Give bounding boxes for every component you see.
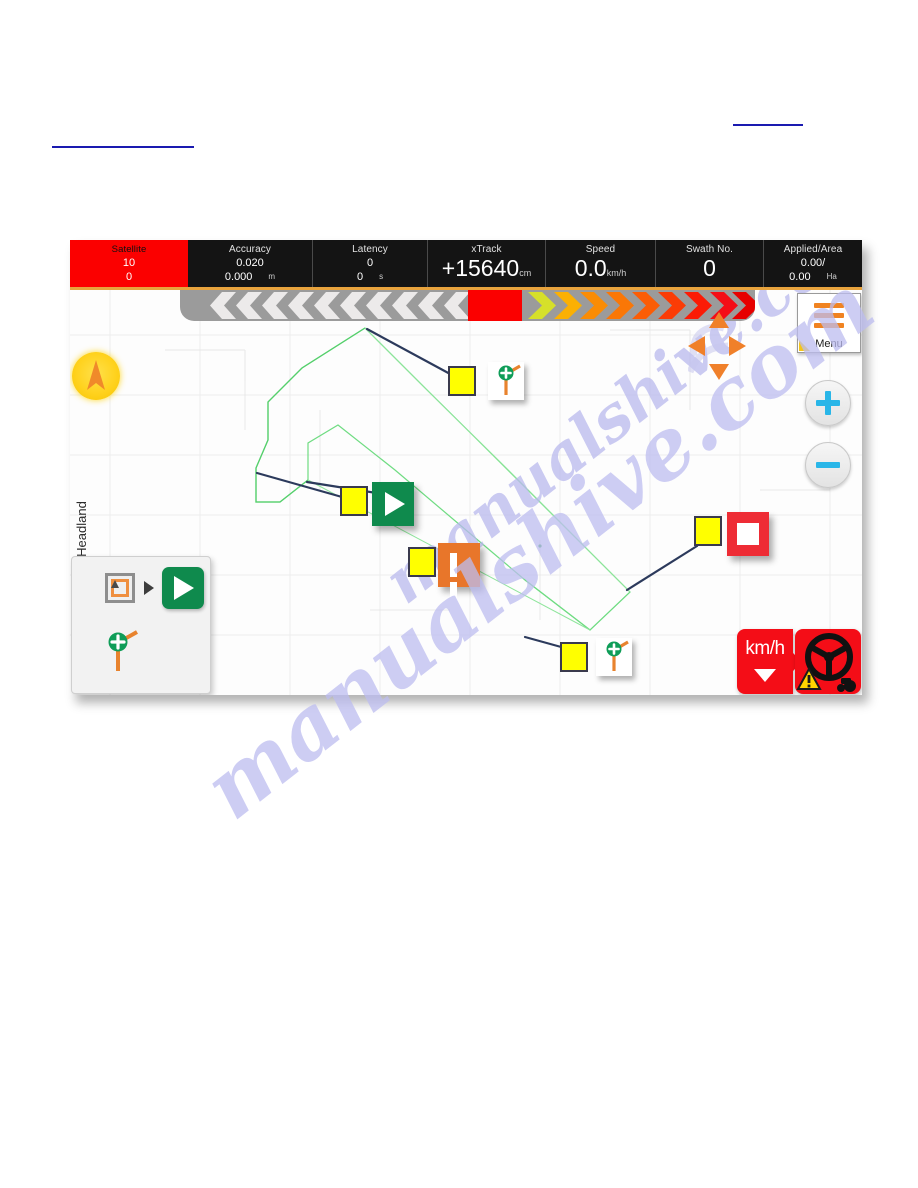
- menu-label: Menu: [815, 338, 843, 350]
- gps-terminal-screenshot: Satellite 10 0 Accuracy 0.020 0.000 m La…: [70, 240, 862, 695]
- stop-icon: [737, 523, 759, 545]
- arrow-right-icon: [144, 581, 154, 595]
- status-accuracy[interactable]: Accuracy 0.020 0.000 m: [188, 240, 313, 287]
- yellow-square-marker: [408, 547, 436, 577]
- yellow-square-marker: [694, 516, 722, 546]
- status-xtrack[interactable]: xTrack +15640cm: [428, 240, 546, 287]
- applied-unit: Ha: [826, 272, 837, 281]
- steering-wheel-icon: [805, 633, 853, 681]
- applied-value-2: 0.00: [789, 271, 811, 283]
- direction-arrow-icon: [111, 580, 119, 588]
- accuracy-label: Accuracy: [229, 244, 271, 255]
- section-tile[interactable]: [488, 362, 524, 400]
- accuracy-value-2: 0.000: [224, 271, 253, 283]
- yellow-square-marker: [340, 486, 368, 516]
- field-boundary-icon[interactable]: [105, 573, 135, 603]
- headland-label: Headland: [74, 501, 89, 557]
- latency-value-2: 0: [356, 271, 364, 283]
- section-tile[interactable]: [596, 638, 632, 676]
- status-bar: Satellite 10 0 Accuracy 0.020 0.000 m La…: [70, 240, 862, 290]
- xtrack-value: +15640: [441, 255, 520, 281]
- accuracy-value-1: 0.020: [236, 257, 264, 269]
- document-link-right[interactable]: [733, 124, 803, 126]
- status-speed[interactable]: Speed 0.0km/h: [546, 240, 656, 287]
- north-arrow-icon[interactable]: [72, 352, 120, 400]
- pause-button[interactable]: [438, 543, 480, 606]
- headland-panel[interactable]: Headland: [71, 501, 211, 694]
- lightbar-left-chevrons: [210, 292, 470, 319]
- zoom-in-button[interactable]: [805, 380, 851, 426]
- applied-value-1: 0.00/: [800, 257, 826, 269]
- tractor-icon: [837, 678, 856, 692]
- plus-icon-v: [825, 391, 831, 415]
- status-satellite[interactable]: Satellite 10 0: [70, 240, 188, 287]
- headland-start-button[interactable]: [162, 567, 204, 609]
- speed-value: 0.0: [574, 255, 607, 281]
- status-swath-number[interactable]: Swath No. 0: [656, 240, 764, 287]
- pan-arrows-control[interactable]: [686, 312, 746, 380]
- latency-label: Latency: [352, 244, 388, 255]
- latency-value-1: 0: [366, 257, 374, 269]
- status-latency[interactable]: Latency 0 0 s: [313, 240, 428, 287]
- satellite-value-2: 0: [125, 271, 133, 283]
- yellow-square-marker: [560, 642, 588, 672]
- minus-icon: [816, 462, 840, 468]
- play-icon: [385, 492, 405, 516]
- pause-icon: [450, 553, 470, 606]
- xtrack-unit: cm: [519, 268, 532, 278]
- speed-unit-button[interactable]: km/h: [737, 629, 802, 694]
- triangle-down-icon: [754, 669, 776, 682]
- document-link-left[interactable]: [52, 146, 194, 148]
- section-boom-icon: [606, 640, 629, 671]
- accuracy-unit: m: [268, 272, 276, 281]
- menu-button[interactable]: Menu: [797, 293, 861, 353]
- swath-value: 0: [703, 255, 716, 281]
- lightbar-center-block: [468, 290, 522, 321]
- stop-button[interactable]: [727, 512, 769, 556]
- start-button[interactable]: [372, 482, 414, 526]
- zoom-out-button[interactable]: [805, 442, 851, 488]
- status-applied-area[interactable]: Applied/Area 0.00/ 0.00 Ha: [764, 240, 862, 287]
- satellite-label: Satellite: [111, 244, 147, 255]
- play-icon: [174, 576, 194, 600]
- page-root: Satellite 10 0 Accuracy 0.020 0.000 m La…: [0, 0, 918, 1188]
- speed-unit-label: km/h: [745, 638, 785, 659]
- autosteer-button[interactable]: [795, 629, 861, 694]
- hamburger-icon: [814, 303, 844, 328]
- map-canvas[interactable]: manualshive.com Menu Headland km/h: [70, 290, 862, 695]
- speed-unit: km/h: [606, 268, 627, 278]
- section-boom-icon: [498, 364, 521, 395]
- latency-unit: s: [379, 272, 384, 281]
- satellite-value-1: 10: [122, 257, 136, 269]
- section-boom-icon[interactable]: [99, 629, 143, 677]
- applied-label: Applied/Area: [783, 244, 843, 255]
- lightbar-guidance: [180, 290, 755, 321]
- yellow-square-marker: [448, 366, 476, 396]
